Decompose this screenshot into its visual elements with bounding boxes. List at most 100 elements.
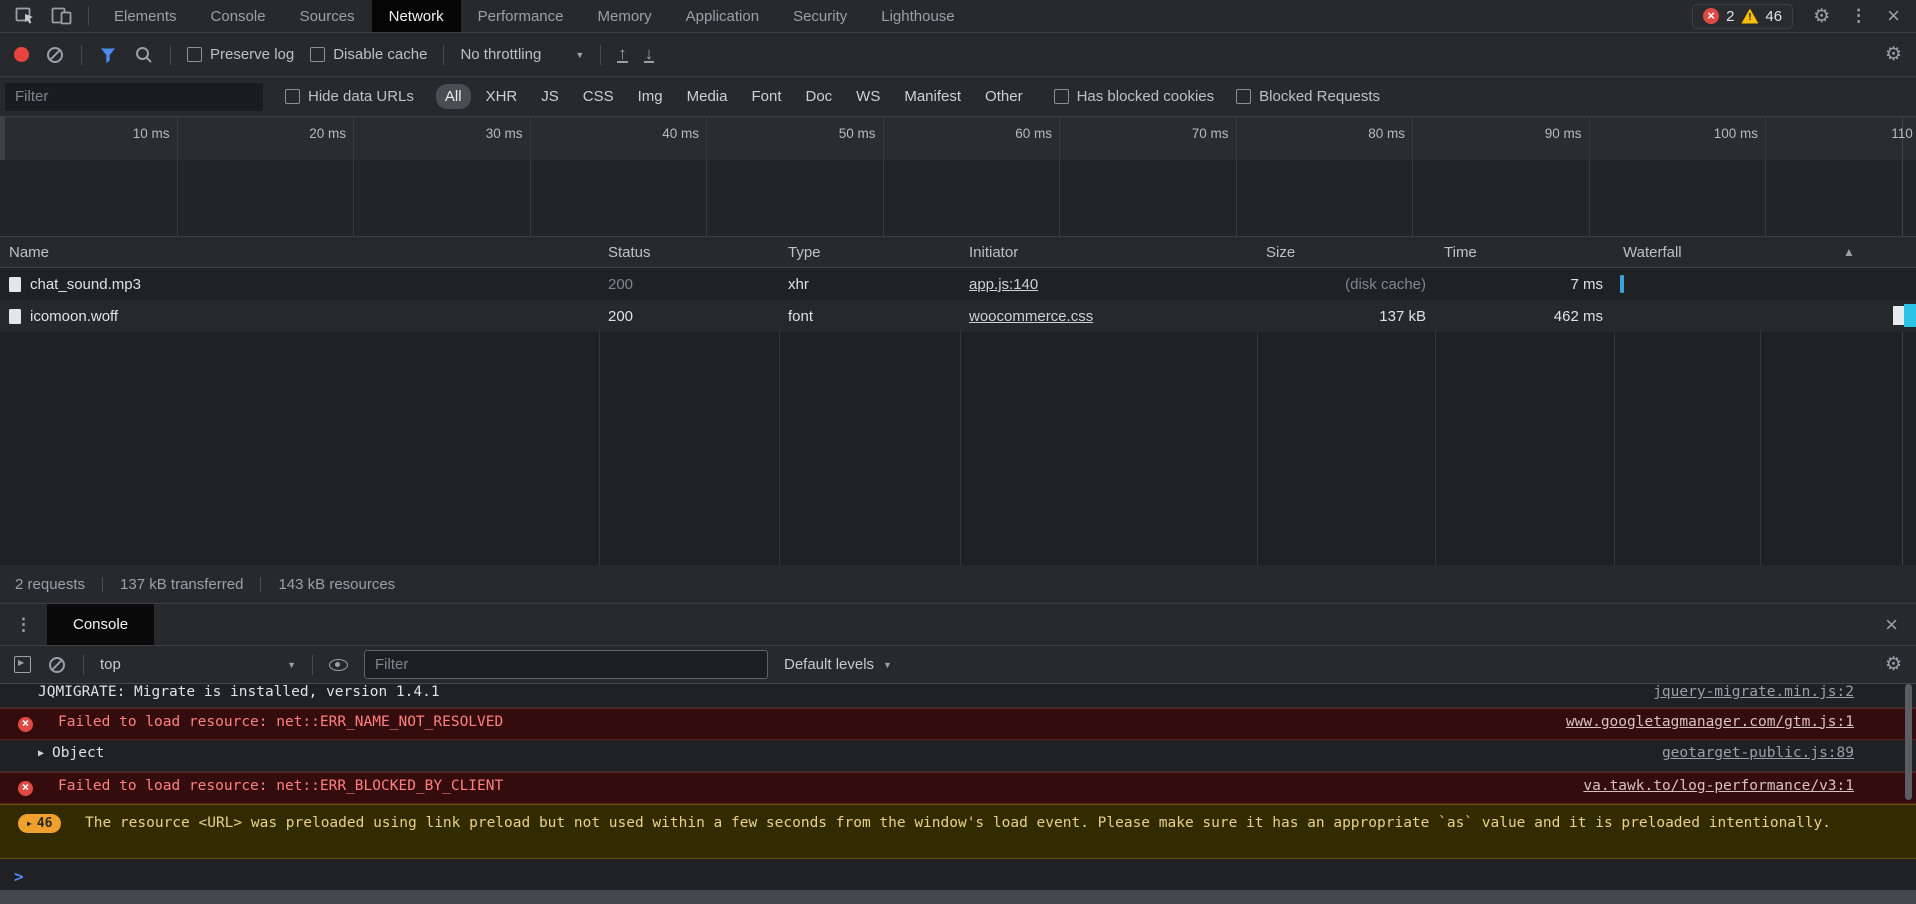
request-time-cell: 462 ms (1435, 308, 1614, 325)
console-object-message[interactable]: ▶ Object geotarget-public.js:89 (0, 740, 1916, 772)
expand-triangle-icon: ▶ (27, 813, 32, 834)
blocked-requests-checkbox[interactable]: Blocked Requests (1236, 88, 1380, 105)
error-text: Failed to load resource: net::ERR_BLOCKE… (58, 778, 503, 794)
tab-label: Sources (300, 8, 355, 25)
filter-type-xhr[interactable]: XHR (477, 84, 527, 109)
column-header-size[interactable]: Size (1257, 244, 1435, 261)
error-icon (18, 717, 33, 732)
column-header-initiator[interactable]: Initiator (960, 244, 1257, 261)
close-drawer-icon[interactable]: × (1885, 612, 1916, 638)
console-warning-message[interactable]: ▶ 46 The resource <URL> was preloaded us… (0, 804, 1916, 859)
network-summary-bar: 2 requests 137 kB transferred 143 kB res… (0, 565, 1916, 604)
console-log-message[interactable]: JQMIGRATE: Migrate is installed, version… (0, 684, 1916, 708)
disable-cache-checkbox[interactable]: Disable cache (310, 46, 427, 63)
filter-type-all[interactable]: All (436, 84, 471, 109)
network-filter-bar: Hide data URLs All XHR JS CSS Img Media … (0, 77, 1916, 117)
column-header-name[interactable]: Name (0, 244, 599, 261)
record-network-log-button[interactable] (14, 47, 29, 62)
network-settings-gear-icon[interactable]: ⚙ (1885, 43, 1902, 66)
console-scrollbar-thumb[interactable] (1905, 684, 1912, 800)
timeline-ruler[interactable]: 10 ms20 ms30 ms40 ms50 ms60 ms70 ms80 ms… (0, 117, 1916, 237)
console-filter-input[interactable] (364, 650, 768, 679)
tab-memory[interactable]: Memory (581, 0, 669, 32)
initiator-link[interactable]: woocommerce.css (969, 308, 1093, 325)
issues-badge-group[interactable]: 2 46 (1692, 4, 1793, 29)
log-levels-select[interactable]: Default levels ▼ (784, 656, 892, 673)
column-header-type[interactable]: Type (779, 244, 960, 261)
summary-separator (102, 577, 103, 592)
execution-context-select[interactable]: top ▼ (100, 656, 296, 673)
expand-triangle-icon[interactable]: ▶ (38, 748, 44, 759)
request-initiator-cell: woocommerce.css (960, 308, 1257, 325)
tab-network[interactable]: Network (372, 0, 461, 32)
import-har-icon[interactable]: ↑ (617, 46, 628, 63)
drawer-tab-console[interactable]: Console (47, 604, 154, 645)
filter-type-img[interactable]: Img (629, 84, 672, 109)
close-devtools-icon[interactable]: × (1887, 6, 1900, 26)
settings-gear-icon[interactable]: ⚙ (1813, 5, 1830, 28)
column-header-waterfall[interactable]: Waterfall (1614, 244, 1916, 261)
throttling-select[interactable]: No throttling ▼ (460, 46, 584, 63)
timeline-tick-label: 20 ms (309, 126, 346, 141)
source-link[interactable]: geotarget-public.js:89 (1662, 745, 1854, 761)
more-options-icon[interactable]: ⋮ (1850, 6, 1867, 26)
tab-label: Memory (598, 8, 652, 25)
network-filter-input[interactable] (5, 83, 263, 111)
filter-type-js[interactable]: JS (532, 84, 568, 109)
request-status-cell: 200 (599, 276, 779, 293)
clear-network-log-icon[interactable] (45, 45, 65, 65)
tab-application[interactable]: Application (669, 0, 776, 32)
filter-type-css[interactable]: CSS (574, 84, 623, 109)
timeline-gridline (1412, 117, 1413, 236)
table-row[interactable]: icomoon.woff 200 font woocommerce.css 13… (0, 300, 1916, 332)
initiator-link[interactable]: app.js:140 (969, 276, 1038, 293)
console-error-message[interactable]: Failed to load resource: net::ERR_BLOCKE… (0, 772, 1916, 804)
tab-lighthouse[interactable]: Lighthouse (864, 0, 971, 32)
request-type-cell: xhr (779, 276, 960, 293)
live-expression-eye-icon[interactable] (329, 659, 348, 671)
tab-elements[interactable]: Elements (97, 0, 194, 32)
column-header-time[interactable]: Time (1435, 244, 1614, 261)
timeline-tick-label: 110 ms (1891, 126, 1916, 141)
has-blocked-cookies-checkbox[interactable]: Has blocked cookies (1054, 88, 1215, 105)
tab-security[interactable]: Security (776, 0, 864, 32)
console-prompt[interactable]: > (0, 859, 1916, 890)
filter-type-ws[interactable]: WS (847, 84, 889, 109)
execution-context-value: top (100, 656, 121, 673)
request-name-cell: chat_sound.mp3 (0, 276, 599, 293)
tabbar-separator (88, 6, 89, 26)
hide-data-urls-checkbox[interactable]: Hide data URLs (285, 88, 414, 105)
warning-text: The resource <URL> was preloaded using l… (85, 813, 1831, 834)
device-toolbar-icon[interactable] (50, 5, 74, 27)
console-settings-gear-icon[interactable]: ⚙ (1885, 653, 1902, 676)
source-link[interactable]: www.googletagmanager.com/gtm.js:1 (1566, 714, 1854, 730)
tab-performance[interactable]: Performance (461, 0, 581, 32)
filter-funnel-icon[interactable] (98, 45, 118, 65)
filter-type-font[interactable]: Font (742, 84, 790, 109)
network-request-table: Name Status Type Initiator Size Time Wat… (0, 237, 1916, 565)
tab-sources[interactable]: Sources (283, 0, 372, 32)
drawer-more-options-icon[interactable]: ⋮ (0, 615, 47, 635)
console-sidebar-toggle-icon[interactable] (14, 656, 31, 673)
sort-ascending-icon[interactable]: ▲ (1843, 245, 1855, 259)
filter-type-manifest[interactable]: Manifest (895, 84, 970, 109)
search-icon[interactable] (134, 45, 154, 65)
console-error-message[interactable]: Failed to load resource: net::ERR_NAME_N… (0, 708, 1916, 740)
inspect-element-icon[interactable] (14, 5, 36, 27)
filter-type-other[interactable]: Other (976, 84, 1032, 109)
source-link[interactable]: jquery-migrate.min.js:2 (1653, 684, 1854, 705)
warning-count-badge[interactable]: ▶ 46 (18, 814, 61, 833)
toolbar-separator (312, 655, 313, 675)
column-header-status[interactable]: Status (599, 244, 779, 261)
file-icon (9, 309, 21, 324)
preserve-log-checkbox[interactable]: Preserve log (187, 46, 294, 63)
table-row[interactable]: chat_sound.mp3 200 xhr app.js:140 (disk … (0, 268, 1916, 300)
filter-type-doc[interactable]: Doc (796, 84, 841, 109)
tab-console[interactable]: Console (194, 0, 283, 32)
source-link[interactable]: va.tawk.to/log-performance/v3:1 (1583, 778, 1854, 794)
clear-console-icon[interactable] (47, 655, 67, 675)
filter-type-media[interactable]: Media (678, 84, 737, 109)
timeline-gridline (353, 117, 354, 236)
tab-label: Elements (114, 8, 177, 25)
export-har-icon[interactable]: ↓ (644, 46, 655, 63)
